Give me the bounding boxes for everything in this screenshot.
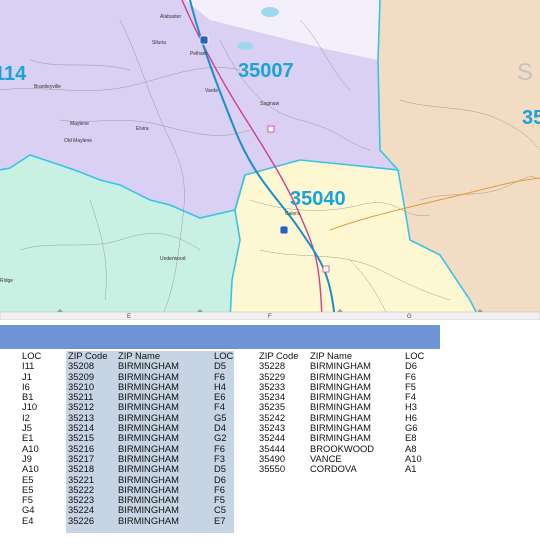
place-maylene: Maylene <box>70 121 89 127</box>
zip-column-2: ZIP Code 35208 35209 35210 35211 35212 35213 3… <box>68 350 107 526</box>
grid-letter-e: E <box>127 314 131 320</box>
place-alabaster: Alabaster <box>160 14 181 20</box>
zip-name-cell: CORDOVA <box>310 463 357 475</box>
place-siluria: Siluria <box>152 40 166 46</box>
zip-code-cell: 35550 <box>259 463 286 475</box>
interstate-shield-icon <box>279 225 289 235</box>
table-header-bar <box>0 325 440 349</box>
grid-letter-g: G <box>407 314 412 320</box>
zip-label-35007: 35007 <box>238 60 294 82</box>
name-column-3: ZIP Name BIRMINGHAM BIRMINGHAM BIRMINGHAM B… <box>310 350 374 475</box>
zip-column-3: ZIP Code 35228 35229 35233 35234 35235 35242 3… <box>259 350 298 475</box>
name-column-2: ZIP Name BIRMINGHAM BIRMINGHAM BIRMINGHAM B… <box>118 350 179 526</box>
place-saginaw: Saginaw <box>260 101 280 107</box>
loc-cell: A1 <box>405 463 417 475</box>
grid-letter-f: F <box>268 314 272 320</box>
loc-cell: E7 <box>214 514 226 526</box>
zip-label-114: 114 <box>0 63 27 85</box>
place-old-maylene: Old Maylene <box>64 138 92 144</box>
zip-label-partial-blue: 35 <box>522 107 540 129</box>
place-calera: Calera <box>285 211 300 217</box>
highway-shield-icon <box>267 125 275 133</box>
place-brantleyville: Brantleyville <box>34 84 61 90</box>
loc-column-2: LOC D5 F6 H4 E6 F4 G5 D4 G2 F6 F3 D5 D6 F6 F5 C5 E7 <box>214 350 233 526</box>
place-ridge: Ridge <box>0 278 13 284</box>
loc-column-1: LOC I11 J1 I6 B1 J10 I2 J5 E1 A10 J9 A10 E5 E5 F5 G4 E4 <box>22 350 41 526</box>
highway-shield-icon <box>322 265 330 273</box>
zip-name-cell: BIRMINGHAM <box>118 514 179 526</box>
zip-label-partial-gray: S <box>517 59 533 86</box>
place-underwood: Underwood <box>160 256 186 262</box>
lake-shape <box>261 7 279 17</box>
zip-label-35040: 35040 <box>290 188 346 210</box>
place-varde: Varde <box>205 88 218 94</box>
loc-column-3: LOC D6 F6 F5 F4 H3 H6 G6 E8 A8 A10 A1 <box>405 350 424 475</box>
loc-cell: E4 <box>22 514 34 526</box>
place-elvira: Elvira <box>136 126 149 132</box>
zip-code-map[interactable]: 114 35007 35040 S 35 Alabaster Siluria S… <box>0 0 540 320</box>
lake-shape <box>237 42 253 50</box>
place-pelham: Pelham <box>190 51 207 57</box>
zip-code-cell: 35226 <box>68 514 95 526</box>
interstate-shield-icon <box>199 35 209 45</box>
